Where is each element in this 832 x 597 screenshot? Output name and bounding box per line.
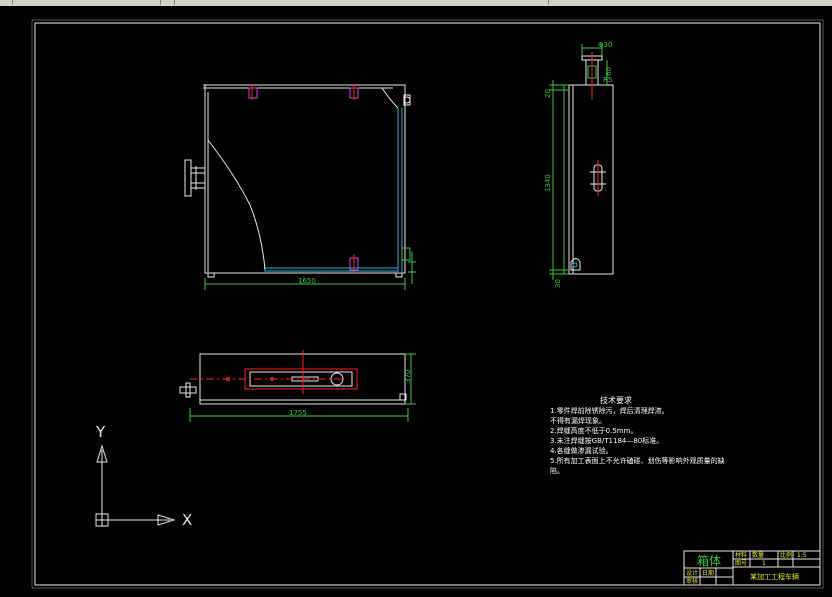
tech-line: 2.焊缝高度不低于0.5mm。 [550,426,637,435]
tech-line: 不得有漏焊现象。 [550,416,606,425]
outer-frame [31,19,824,589]
tech-line: 4.各缝做渗漏试验。 [550,446,613,455]
title-block: 箱体 材料 数量 比例 1:5 图号 1 设计 审核 日期 某加工工程车辆 [683,550,821,586]
tab-segment[interactable] [174,0,549,5]
tb-cell: 1:5 [797,552,807,559]
dim-nozzle-height: 60 [605,67,613,76]
dim-side-height: 1340 [544,174,552,192]
tech-title: 技术要求 [600,395,632,405]
tb-cell: 图号 [735,560,747,567]
nozzle-flange [184,159,192,197]
dim-nozzle-dia: Φ30 [598,41,612,49]
plan-view: 1755 370 [179,350,416,422]
tb-cell: 比例 [780,551,792,559]
dim-plan-width: 1755 [289,409,307,417]
drawing-canvas[interactable]: 1650 Φ30 60 R5 20 1340 30 1755 370 技术要求 … [0,6,832,597]
tab-segment[interactable] [548,0,832,5]
ucs-axis-icon: Y X [95,423,192,529]
axis-y-label: Y [95,423,106,441]
drawing-frame [34,22,821,586]
dim-nozzle-radius: R5 [603,76,612,84]
tech-requirements: 技术要求 1.零件焊前除锈除污，焊后清理焊渣。 不得有漏焊现象。 2.焊缝高度不… [550,395,725,475]
part-name: 箱体 [697,553,721,568]
tb-cell: 1 [762,560,766,567]
tb-cell: 设计 [686,569,698,577]
cad-drawing: 1650 Φ30 60 R5 20 1340 30 1755 370 技术要求 … [31,19,824,589]
cutaway-curve [207,139,266,271]
tb-cell: 材料 [735,551,747,559]
dim-side-bottom: 30 [554,279,562,288]
tech-line: 陷。 [550,466,564,475]
tab-segment[interactable] [160,0,175,5]
lug [248,87,258,99]
dim-plan-depth: 370 [404,370,412,383]
tb-cell: 数量 [752,551,764,559]
tech-line: 1.零件焊前除锈除污，焊后清理焊渣。 [550,406,669,415]
dim-side-top: 20 [544,89,552,98]
tb-cell: 日期 [702,569,714,577]
tech-line: 5.所有加工表面上不允许磕碰、划伤等影响外观质量的缺 [550,456,725,465]
dim-front-width: 1650 [298,277,316,285]
side-body [568,84,614,275]
project-name: 某加工工程车辆 [750,572,799,581]
axis-x-label: X [182,511,192,529]
front-view: 1650 [184,84,416,290]
tech-line: 3.未注焊缝按GB/T1184—80标准。 [550,436,663,445]
side-view: Φ30 60 R5 20 1340 30 [544,41,614,288]
tab-segment[interactable] [12,0,161,5]
tb-cell: 审核 [686,577,698,585]
